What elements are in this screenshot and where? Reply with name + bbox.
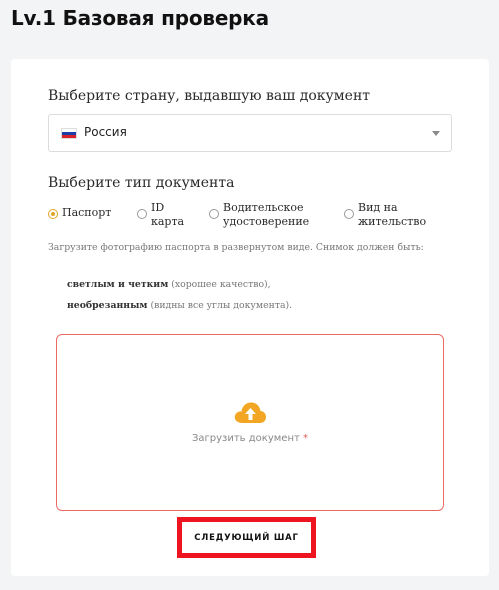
doctype-label: Выберите тип документа xyxy=(48,175,235,191)
country-label: Выберите страну, выдавшую ваш документ xyxy=(48,88,371,104)
radio-unchecked-icon[interactable] xyxy=(137,209,147,219)
radio-checked-icon[interactable] xyxy=(48,209,58,219)
chevron-down-icon xyxy=(432,131,440,136)
cloud-upload-icon xyxy=(234,402,266,423)
next-step-button[interactable]: СЛЕДУЮЩИЙ ШАГ xyxy=(177,517,316,558)
country-select-value: Россия xyxy=(84,125,127,139)
requirement-item: светлым и четким (хорошее качество), xyxy=(67,279,271,290)
country-select[interactable]: Россия xyxy=(48,114,452,152)
document-upload-dropzone[interactable]: Загрузить документ * xyxy=(56,334,444,511)
radio-unchecked-icon[interactable] xyxy=(344,209,354,219)
radio-unchecked-icon[interactable] xyxy=(209,209,219,219)
doctype-option-label: ID карта xyxy=(151,201,185,228)
upload-hint: Загрузите фотографию паспорта в разверну… xyxy=(48,242,424,253)
upload-label: Загрузить документ * xyxy=(191,433,308,444)
page-title: Lv.1 Базовая проверка xyxy=(11,6,269,30)
doctype-option-label: Вид на жительство xyxy=(358,201,427,228)
page: Lv.1 Базовая проверка Выберите страну, в… xyxy=(0,0,499,590)
russia-flag-icon xyxy=(61,128,77,139)
requirement-item: необрезанным (видны все углы документа). xyxy=(67,300,293,311)
doctype-option-label: Паспорт xyxy=(62,206,112,219)
required-mark: * xyxy=(303,433,308,444)
verification-card: Выберите страну, выдавшую ваш документ Р… xyxy=(11,59,489,576)
doctype-option-label: Водительское удостоверение xyxy=(223,201,310,228)
